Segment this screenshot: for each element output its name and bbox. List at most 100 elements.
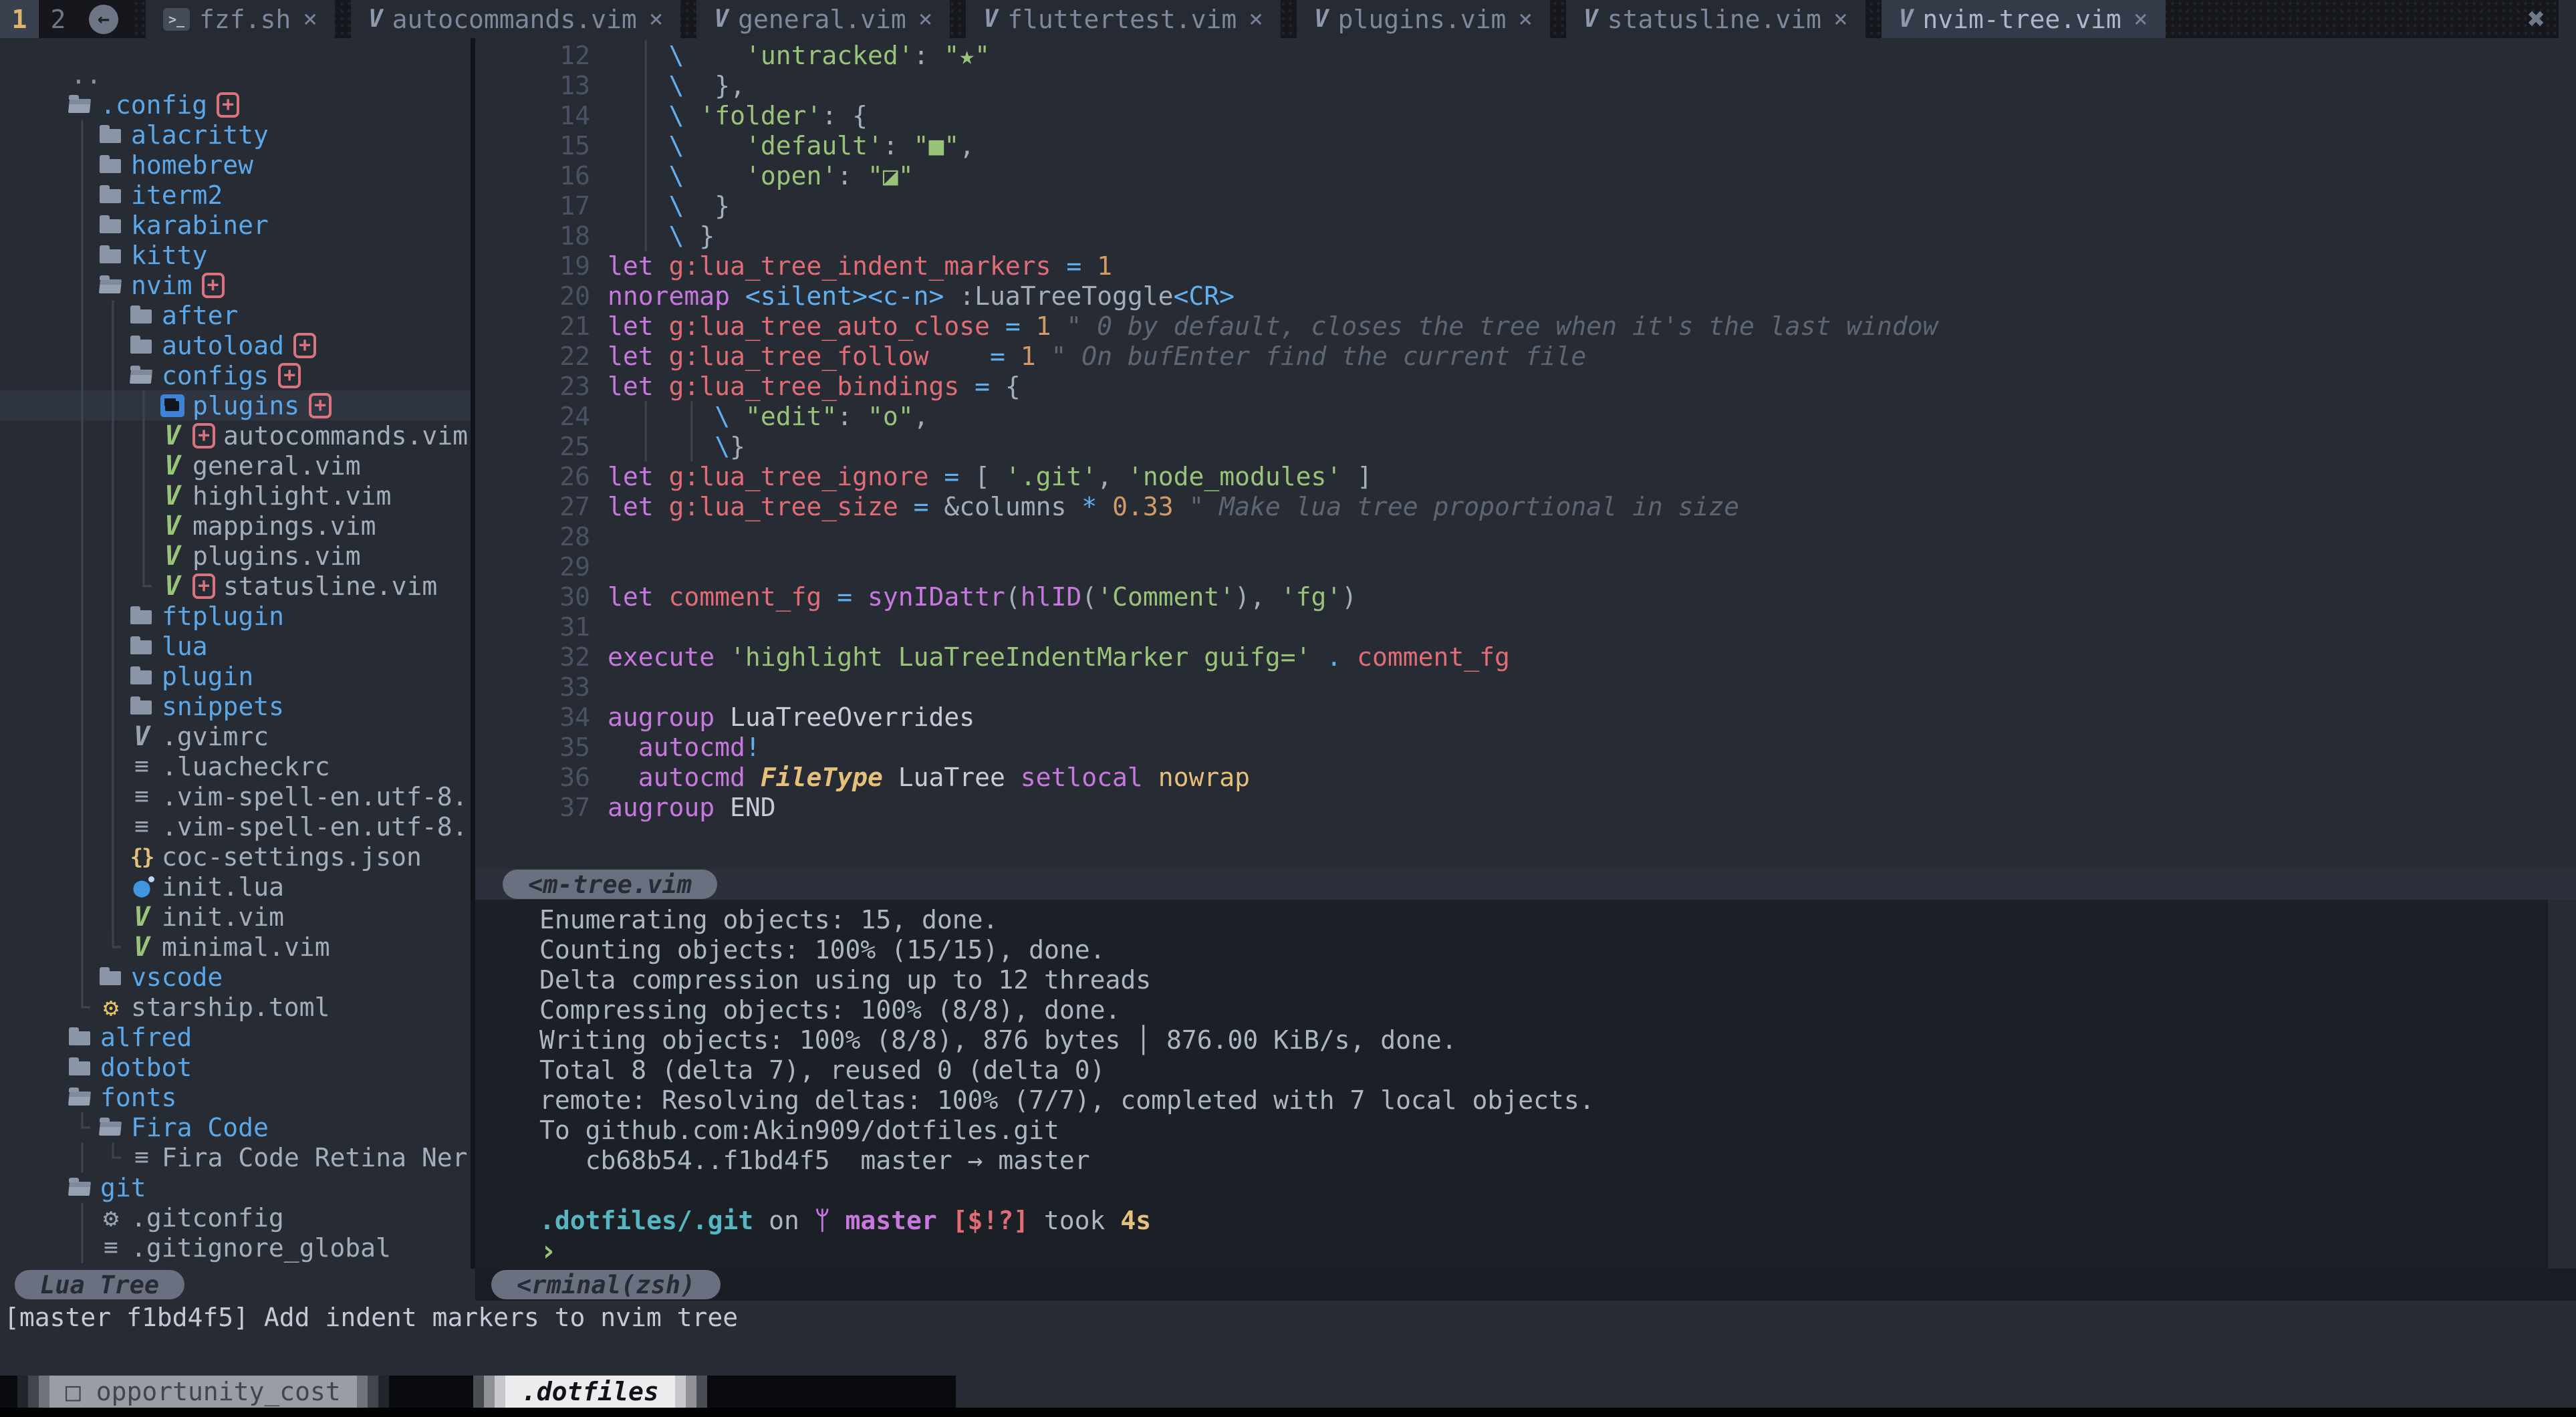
tree-item-.gvimrc[interactable]: ││V.gvimrc [0, 721, 471, 751]
tree-item-label: after [162, 301, 238, 330]
line-number: 21 [475, 311, 590, 342]
tab-general.vim[interactable]: Vgeneral.vim× [696, 0, 950, 38]
code-line: 37augroup END [475, 793, 2576, 823]
tree-item-iterm2[interactable]: │iterm2 [0, 180, 471, 210]
tab-statusline.vim[interactable]: Vstatusline.vim× [1566, 0, 1865, 38]
tab-close-icon[interactable]: × [1249, 5, 1263, 33]
code-text: │ \ 'folder': { [608, 101, 868, 131]
tree-item-mappings.vim[interactable]: │││Vmappings.vim [0, 511, 471, 541]
code-text: let g:lua_tree_follow = 1 " On bufEnter … [608, 342, 1586, 372]
folder-icon [128, 631, 155, 661]
tree-item-vscode[interactable]: │vscode [0, 962, 471, 992]
tab-close-icon[interactable]: × [918, 5, 933, 33]
tab-autocommands.vim[interactable]: Vautocommands.vim× [351, 0, 680, 38]
tab-close-icon[interactable]: × [1833, 5, 1848, 33]
tree-item-ftplugin[interactable]: ││ftplugin [0, 601, 471, 631]
tree-item-coc-settings.json[interactable]: ││{}coc-settings.json [0, 842, 471, 872]
pane-number-2[interactable]: 2 [39, 0, 78, 38]
tab-fluttertest.vim[interactable]: Vfluttertest.vim× [966, 0, 1281, 38]
tab-label: nvim-tree.vim [1922, 5, 2121, 34]
line-number: 25 [475, 432, 590, 462]
terminal-pane[interactable]: Enumerating objects: 15, done.Counting o… [475, 900, 2548, 1269]
tree-item-init.lua[interactable]: ││●init.lua [0, 872, 471, 902]
tree-connector: │ [67, 541, 98, 571]
tree-connector: │ [67, 902, 98, 932]
tree-item-..[interactable]: .. [0, 59, 471, 90]
terminal-right-gutter [2548, 900, 2576, 1269]
tree-item-autoload[interactable]: ││autoload+ [0, 330, 471, 360]
tree-connector: │ [67, 1233, 98, 1263]
tree-item-label: fonts [100, 1083, 176, 1112]
tree-connector: │ [98, 451, 128, 481]
tree-connector: │ [67, 872, 98, 902]
tree-item-plugins[interactable]: │││plugins+ [0, 390, 471, 420]
tree-item-after[interactable]: ││after [0, 300, 471, 330]
list-icon: ≡ [128, 751, 155, 781]
tab-close-icon[interactable]: × [1518, 5, 1533, 33]
window-separator[interactable] [471, 38, 475, 1269]
line-number: 31 [475, 612, 590, 642]
line-number: 14 [475, 101, 590, 131]
tree-item-autocommands.vim[interactable]: │││V+autocommands.vim [0, 420, 471, 450]
braces-icon: {} [128, 842, 155, 872]
code-line: 24 │ │ \ "edit": "o", [475, 402, 2576, 432]
tree-item-configs[interactable]: ││configs+ [0, 360, 471, 390]
folder-open-icon [98, 1112, 124, 1142]
terminal-line: cb68b54..f1bd4f5 master → master [539, 1146, 2548, 1176]
tree-item-.config[interactable]: .config+ [0, 90, 471, 120]
tree-item-Fira-Code[interactable]: └Fira Code [0, 1112, 471, 1142]
tree-item-.luacheckrc[interactable]: ││≡.luacheckrc [0, 751, 471, 781]
tree-item-kitty[interactable]: │kitty [0, 240, 471, 270]
code-text: │ \ }, [608, 71, 745, 101]
tree-item-minimal.vim[interactable]: │└Vminimal.vim [0, 932, 471, 962]
tree-item-plugins.vim[interactable]: │││Vplugins.vim [0, 541, 471, 571]
window-close-icon[interactable]: ✖ [2528, 0, 2546, 38]
folder-open-icon [67, 1172, 94, 1202]
tree-connector: │ [128, 451, 159, 481]
tree-item-init.vim[interactable]: ││Vinit.vim [0, 902, 471, 932]
line-number: 24 [475, 402, 590, 432]
tab-nvim-tree.vim[interactable]: Vnvim-tree.vim× [1882, 0, 2166, 38]
code-line: 16 │ \ 'open': "◪" [475, 161, 2576, 191]
tree-item-plugin[interactable]: ││plugin [0, 661, 471, 691]
tmux-window-.dotfiles[interactable]: .dotfiles [473, 1376, 707, 1408]
tree-item-snippets[interactable]: ││snippets [0, 691, 471, 721]
editor-pane[interactable]: 12 │ \ 'untracked': "★"13 │ \ },14 │ \ '… [475, 38, 2576, 871]
folder-icon [67, 1052, 94, 1082]
tree-item-alfred[interactable]: alfred [0, 1022, 471, 1052]
tree-connector: │ [67, 602, 98, 631]
code-line: 23let g:lua_tree_bindings = { [475, 372, 2576, 402]
tree-item-dotbot[interactable]: dotbot [0, 1052, 471, 1082]
back-button[interactable]: ← [78, 0, 130, 38]
tab-close-icon[interactable]: × [649, 5, 664, 33]
tree-item-lua[interactable]: ││lua [0, 631, 471, 661]
tree-item-alacritty[interactable]: │alacritty [0, 120, 471, 150]
tree-item-nvim[interactable]: │nvim+ [0, 270, 471, 300]
tree-item-.gitconfig[interactable]: │⚙.gitconfig [0, 1202, 471, 1233]
tree-item-general.vim[interactable]: │││Vgeneral.vim [0, 450, 471, 481]
tmux-window--opportunity-cost[interactable]: □ opportunity_cost [17, 1376, 389, 1408]
tree-item-label: alfred [100, 1023, 192, 1052]
tree-item-statusline.vim[interactable]: ││└V+statusline.vim [0, 571, 471, 601]
code-text: let g:lua_tree_auto_close = 1 " 0 by def… [608, 311, 1938, 342]
code-line: 30let comment_fg = synIDattr(hlID('Comme… [475, 582, 2576, 612]
tree-item-.vim-spell-en.utf-8.[interactable]: ││≡.vim-spell-en.utf-8. [0, 781, 471, 811]
tab-close-icon[interactable]: × [2134, 5, 2148, 33]
tree-item-fonts[interactable]: fonts [0, 1082, 471, 1112]
tree-item-Fira-Code-Retina-Ner[interactable]: │└≡Fira Code Retina Ner [0, 1142, 471, 1172]
tab-plugins.vim[interactable]: Vplugins.vim× [1297, 0, 1550, 38]
tab-fzf.sh[interactable]: >_fzf.sh× [146, 0, 335, 38]
code-line: 27let g:lua_tree_size = &columns * 0.33 … [475, 492, 2576, 522]
tree-item-starship.toml[interactable]: └⚙starship.toml [0, 992, 471, 1022]
code-text: let comment_fg = synIDattr(hlID('Comment… [608, 582, 1357, 612]
tree-item-highlight.vim[interactable]: │││Vhighlight.vim [0, 481, 471, 511]
pane-number-1[interactable]: 1 [0, 0, 39, 38]
tree-item-homebrew[interactable]: │homebrew [0, 150, 471, 180]
tree-item-.gitignore_global[interactable]: │≡.gitignore_global [0, 1233, 471, 1263]
code-line: 19let g:lua_tree_indent_markers = 1 [475, 251, 2576, 281]
tree-item-karabiner[interactable]: │karabiner [0, 210, 471, 240]
code-text: │ │ \} [608, 432, 745, 462]
tree-item-git[interactable]: git [0, 1172, 471, 1202]
tab-close-icon[interactable]: × [303, 5, 317, 33]
tree-item-.vim-spell-en.utf-8.[interactable]: ││≡.vim-spell-en.utf-8. [0, 811, 471, 842]
